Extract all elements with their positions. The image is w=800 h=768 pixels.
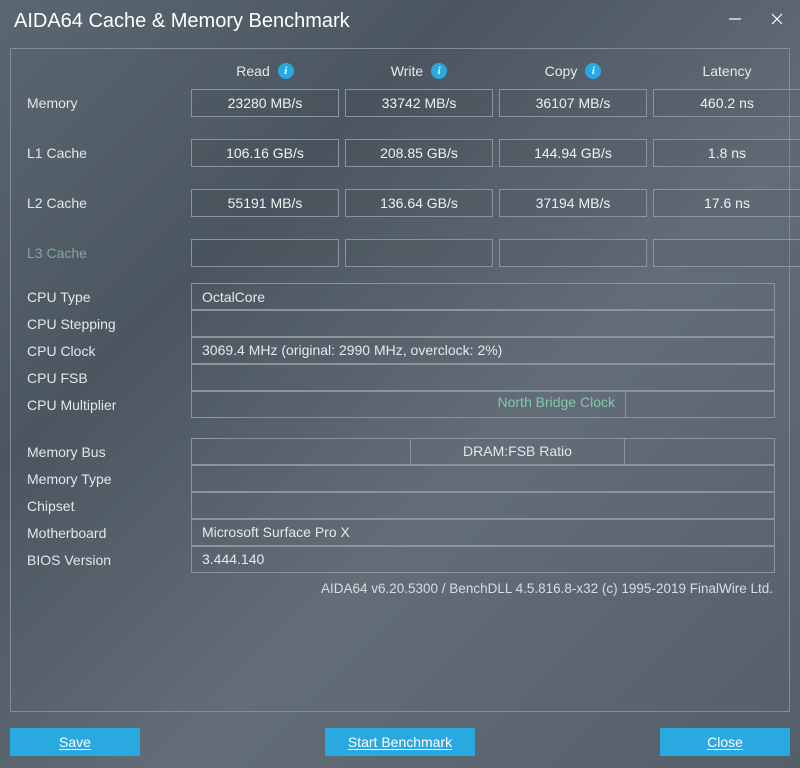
cell-l1-read: 106.16 GB/s	[191, 139, 339, 167]
cell-l1-write: 208.85 GB/s	[345, 139, 493, 167]
cell-memory-copy: 36107 MB/s	[499, 89, 647, 117]
row-l3: L3 Cache	[25, 239, 775, 267]
row-label: L3 Cache	[25, 245, 185, 261]
detail-label: BIOS Version	[25, 546, 185, 573]
titlebar: AIDA64 Cache & Memory Benchmark	[0, 0, 800, 47]
row-cpu-fsb: CPU FSB	[25, 364, 775, 391]
row-chipset: Chipset	[25, 492, 775, 519]
detail-value: OctalCore	[191, 283, 775, 310]
dram-fsb-ratio-value	[625, 438, 775, 465]
cell-l1-copy: 144.94 GB/s	[499, 139, 647, 167]
dram-fsb-ratio-label: DRAM:FSB Ratio	[411, 438, 625, 465]
main-panel: Readi Writei Copyi Latency Memory 23280 …	[10, 48, 790, 712]
row-memory: Memory 23280 MB/s 33742 MB/s 36107 MB/s …	[25, 89, 775, 117]
cell-memory-latency: 460.2 ns	[653, 89, 800, 117]
footer-buttons: Save Start Benchmark Close	[10, 728, 790, 756]
row-cpu-clock: CPU Clock 3069.4 MHz (original: 2990 MHz…	[25, 337, 775, 364]
cell-l2-copy: 37194 MB/s	[499, 189, 647, 217]
col-latency-label: Latency	[702, 63, 751, 79]
col-read-label: Read	[236, 63, 269, 79]
detail-value	[191, 310, 775, 337]
detail-value: 3.444.140	[191, 546, 775, 573]
row-memory-bus: Memory Bus DRAM:FSB Ratio	[25, 438, 775, 465]
row-cpu-multiplier: CPU Multiplier	[25, 391, 775, 418]
cell-l3-write	[345, 239, 493, 267]
cell-l1-latency: 1.8 ns	[653, 139, 800, 167]
row-cpu-stepping: CPU Stepping	[25, 310, 775, 337]
row-l1: L1 Cache 106.16 GB/s 208.85 GB/s 144.94 …	[25, 139, 775, 167]
col-latency: Latency	[653, 63, 800, 79]
detail-label: CPU Type	[25, 283, 185, 310]
cell-l3-copy	[499, 239, 647, 267]
close-button[interactable]: Close	[660, 728, 790, 756]
info-icon[interactable]: i	[431, 63, 447, 79]
detail-label: CPU FSB	[25, 364, 185, 391]
detail-label: Chipset	[25, 492, 185, 519]
details-block: CPU Type OctalCore CPU Stepping CPU Cloc…	[25, 283, 775, 573]
cell-l3-latency	[653, 239, 800, 267]
detail-value	[191, 492, 775, 519]
window-title: AIDA64 Cache & Memory Benchmark	[14, 10, 350, 33]
info-icon[interactable]: i	[585, 63, 601, 79]
detail-label: Motherboard	[25, 519, 185, 546]
row-cpu-type: CPU Type OctalCore	[25, 283, 775, 310]
detail-value: 3069.4 MHz (original: 2990 MHz, overcloc…	[191, 337, 775, 364]
north-bridge-clock-label: North Bridge Clock	[498, 394, 616, 410]
version-footer: AIDA64 v6.20.5300 / BenchDLL 4.5.816.8-x…	[25, 573, 775, 596]
detail-label: Memory Type	[25, 465, 185, 492]
col-write-label: Write	[391, 63, 423, 79]
row-l2: L2 Cache 55191 MB/s 136.64 GB/s 37194 MB…	[25, 189, 775, 217]
detail-label: CPU Multiplier	[25, 391, 185, 418]
detail-value: Microsoft Surface Pro X	[191, 519, 775, 546]
cell-memory-read: 23280 MB/s	[191, 89, 339, 117]
close-icon[interactable]	[770, 12, 784, 31]
detail-label: CPU Clock	[25, 337, 185, 364]
detail-label: CPU Stepping	[25, 310, 185, 337]
start-benchmark-button[interactable]: Start Benchmark	[325, 728, 475, 756]
col-write: Writei	[345, 63, 493, 79]
cell-memory-write: 33742 MB/s	[345, 89, 493, 117]
col-copy: Copyi	[499, 63, 647, 79]
row-label: L2 Cache	[25, 195, 185, 211]
col-copy-label: Copy	[545, 63, 578, 79]
cell-l2-read: 55191 MB/s	[191, 189, 339, 217]
detail-label: Memory Bus	[25, 438, 185, 465]
col-read: Readi	[191, 63, 339, 79]
row-label: Memory	[25, 95, 185, 111]
detail-value	[191, 364, 775, 391]
north-bridge-clock-value	[625, 391, 775, 418]
cell-l2-write: 136.64 GB/s	[345, 189, 493, 217]
cell-l3-read	[191, 239, 339, 267]
save-button[interactable]: Save	[10, 728, 140, 756]
info-icon[interactable]: i	[278, 63, 294, 79]
row-memory-type: Memory Type	[25, 465, 775, 492]
detail-value	[191, 438, 411, 465]
row-motherboard: Motherboard Microsoft Surface Pro X	[25, 519, 775, 546]
column-headers: Readi Writei Copyi Latency	[25, 63, 775, 79]
row-label: L1 Cache	[25, 145, 185, 161]
cell-l2-latency: 17.6 ns	[653, 189, 800, 217]
row-bios: BIOS Version 3.444.140	[25, 546, 775, 573]
minimize-icon[interactable]	[728, 12, 742, 31]
window-controls	[728, 12, 784, 31]
detail-value	[191, 465, 775, 492]
